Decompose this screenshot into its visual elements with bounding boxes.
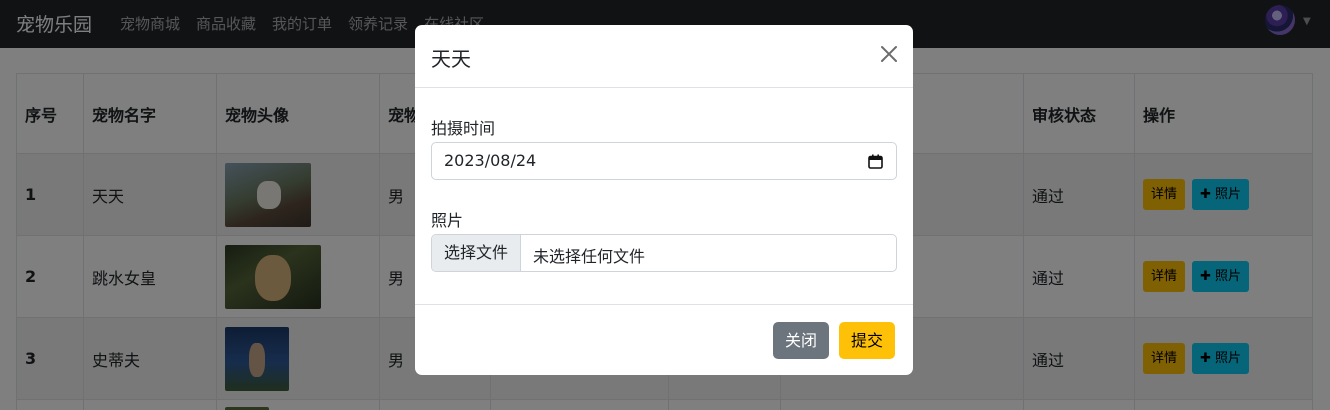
date-label: 拍摄时间 <box>431 119 496 138</box>
modal-footer: 关闭 提交 <box>415 304 913 375</box>
file-status-text: 未选择任何文件 <box>533 247 646 266</box>
close-icon[interactable] <box>879 44 899 64</box>
photo-label: 照片 <box>431 211 464 230</box>
choose-file-button[interactable]: 选择文件 <box>432 235 521 271</box>
calendar-icon[interactable] <box>868 154 883 169</box>
upload-photo-modal: 天天 拍摄时间 2023/08/24 照片 选择文件 未选择任何文件 关闭 提交 <box>415 25 913 375</box>
modal-title: 天天 <box>431 47 471 71</box>
photo-file-input[interactable]: 选择文件 未选择任何文件 <box>431 234 897 272</box>
modal-header: 天天 <box>415 25 913 88</box>
close-button[interactable]: 关闭 <box>773 322 830 359</box>
date-input[interactable]: 2023/08/24 <box>431 142 897 180</box>
submit-button[interactable]: 提交 <box>839 322 896 359</box>
date-value: 2023/08/24 <box>444 151 537 170</box>
